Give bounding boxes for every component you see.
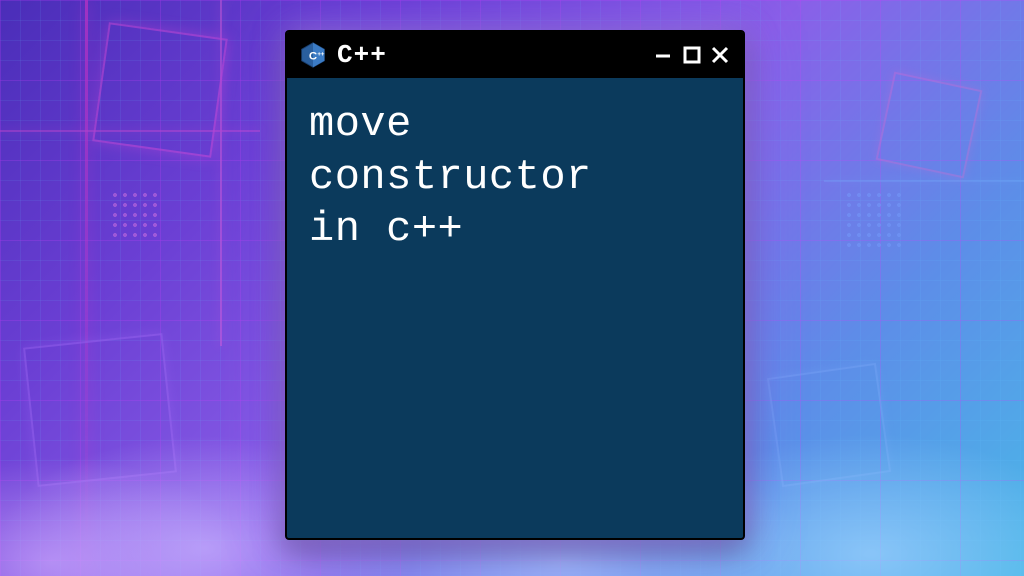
minimize-button[interactable] bbox=[653, 44, 675, 66]
maximize-button[interactable] bbox=[681, 44, 703, 66]
content-line-1: move bbox=[309, 98, 721, 151]
close-button[interactable] bbox=[709, 44, 731, 66]
titlebar[interactable]: C + + C++ bbox=[287, 32, 743, 78]
svg-text:C: C bbox=[309, 50, 317, 62]
window-controls bbox=[653, 44, 731, 66]
content-line-2: constructor bbox=[309, 151, 721, 204]
window-title: C++ bbox=[337, 40, 643, 70]
content-line-3: in c++ bbox=[309, 203, 721, 256]
svg-text:+: + bbox=[321, 51, 325, 58]
terminal-content: move constructor in c++ bbox=[287, 78, 743, 276]
terminal-window: C + + C++ move constructor in c++ bbox=[285, 30, 745, 540]
cpp-logo-icon: C + + bbox=[299, 41, 327, 69]
